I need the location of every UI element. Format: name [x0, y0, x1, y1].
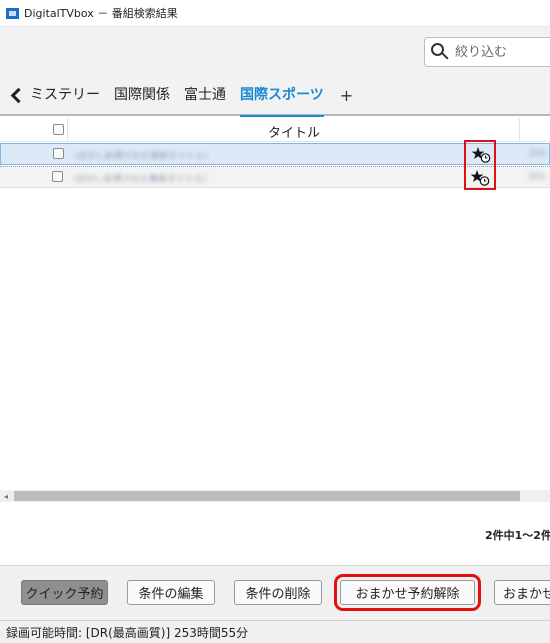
add-tab-button[interactable]: + [340, 86, 353, 105]
search-icon [431, 43, 449, 61]
results-table: タイトル （ぼかし処理された番組タイトル） 201 （ぼかし処理された番組タイト… [0, 118, 550, 496]
table-header: タイトル [0, 118, 550, 142]
tab-fujitsu[interactable]: 富士通 [184, 75, 226, 115]
column-divider [67, 118, 68, 142]
result-count: 2件中1～2件 [485, 529, 550, 542]
app-logo-icon [6, 7, 19, 20]
row-title: （ぼかし処理された番組タイトル） [69, 152, 214, 159]
status-icon-highlight [464, 140, 496, 190]
status-bar: 録画可能時間: [DR(最高画質)] 253時間55分 [0, 620, 550, 643]
column-divider [519, 118, 520, 142]
tab-international-sports[interactable]: 国際スポーツ [240, 75, 324, 117]
row-checkbox[interactable] [52, 171, 63, 182]
auto-reservation-button[interactable]: おまかせ [494, 580, 550, 605]
edit-condition-button[interactable]: 条件の編集 [127, 580, 215, 605]
quick-reservation-button[interactable]: クイック予約 [21, 580, 108, 605]
back-chevron-icon[interactable] [4, 75, 26, 115]
action-bar: クイック予約 条件の編集 条件の削除 おまかせ予約解除 おまかせ [0, 565, 550, 620]
row-extra: 201 [528, 172, 546, 182]
recording-time-status: 録画可能時間: [DR(最高画質)] 253時間55分 [6, 625, 249, 640]
row-checkbox[interactable] [53, 148, 64, 159]
scroll-left-arrow-icon[interactable]: ◂ [4, 492, 8, 501]
cancel-auto-reservation-button[interactable]: おまかせ予約解除 [334, 574, 481, 611]
tab-international-relations[interactable]: 国際関係 [114, 75, 170, 115]
search-box[interactable] [424, 37, 550, 67]
horizontal-scrollbar[interactable]: ◂ [0, 490, 550, 502]
window-title: DigitalTVbox － 番組検索結果 [24, 7, 178, 20]
row-title: （ぼかし処理された番組タイトル） [68, 175, 213, 182]
tab-mystery[interactable]: ミステリー [30, 75, 100, 115]
delete-condition-button[interactable]: 条件の削除 [234, 580, 322, 605]
app-window: DigitalTVbox － 番組検索結果 ミステリー 国際関係 富士通 国際ス… [0, 0, 550, 643]
row-extra: 201 [529, 149, 547, 159]
search-input[interactable] [455, 44, 545, 60]
select-all-checkbox[interactable] [53, 124, 64, 135]
title-bar: DigitalTVbox － 番組検索結果 [0, 0, 550, 26]
tab-bar: ミステリー 国際関係 富士通 国際スポーツ + [0, 75, 550, 117]
column-header-title[interactable]: タイトル [268, 122, 320, 141]
scrollbar-thumb[interactable] [14, 491, 520, 501]
toolbar [0, 26, 550, 76]
